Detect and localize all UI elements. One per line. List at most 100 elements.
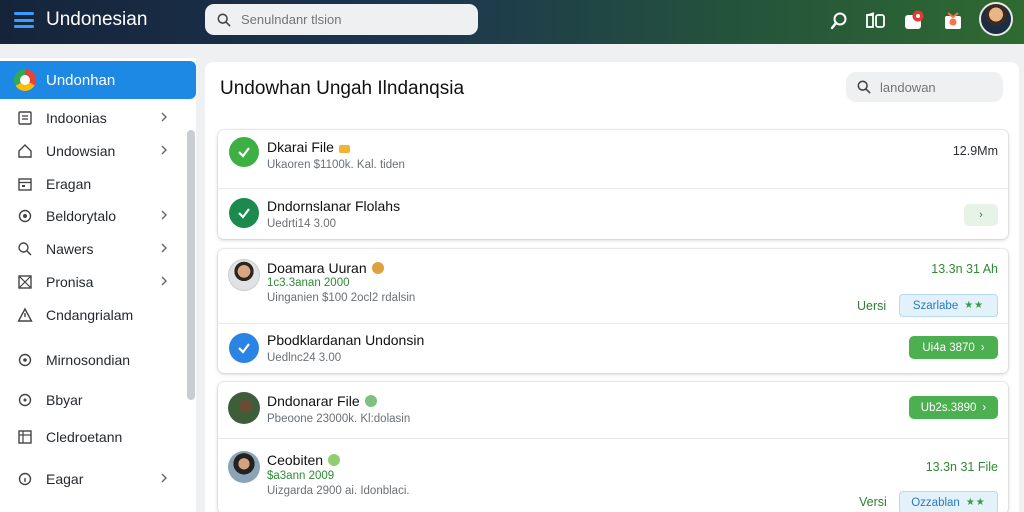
sidebar-item-label: Cndangrialam <box>46 307 134 323</box>
sidebar-item-eagar[interactable]: Eagar <box>0 464 186 494</box>
list-item[interactable]: Pbodklardanan Undonsin Uedlnc24 3.00 Ui4… <box>218 324 1008 373</box>
list-item[interactable]: Dndonarar File Pbeoone 23000k. Kl:dolasi… <box>218 382 1008 438</box>
list-item[interactable]: Dndornslanar Flolahs Uedrti14 3.00 › <box>218 189 1008 239</box>
sidebar-item-indoonias[interactable]: Indoonias <box>0 103 186 133</box>
star-icon: ★★ <box>964 300 985 311</box>
sidebar-item-label: Undonhan <box>46 71 116 89</box>
sidebar-item-eragan[interactable]: Eragan <box>0 169 186 199</box>
page-title: Undowhan Ungah Ilndanqsia <box>220 78 465 99</box>
sidebar-item-pronisa[interactable]: Pronisa <box>0 267 186 297</box>
chevron-right-icon <box>161 243 167 253</box>
home-icon <box>16 142 34 160</box>
panel-search-input[interactable] <box>880 79 990 95</box>
item-subtitle: Uizgarda 2900 ai. Idonblaci. <box>267 485 410 497</box>
list-item[interactable]: Ceobiten $a3ann 2009 Uizgarda 2900 ai. I… <box>218 439 1008 512</box>
expand-button[interactable]: › <box>964 204 998 226</box>
search-icon <box>857 80 871 94</box>
item-subtitle: Uedrti14 3.00 <box>267 218 337 230</box>
sidebar-item-label: Eagar <box>46 471 84 487</box>
file-size: 12.9Mm <box>952 144 998 158</box>
item-title: Dndonarar File <box>267 393 377 409</box>
item-date: 13.3n 31 Ah <box>931 262 998 276</box>
chevron-right-icon: › <box>982 401 987 414</box>
calendar-icon <box>16 175 34 193</box>
table-icon <box>16 428 34 446</box>
sidebar-item-label: Eragan <box>46 176 92 192</box>
sidebar-item-label: Cledroetann <box>46 429 123 445</box>
status-badge[interactable]: Szarlabe ★★ <box>899 294 998 317</box>
sidebar-item-label: Indoonias <box>46 110 107 126</box>
item-subtitle: Uedlnc24 3.00 <box>267 352 342 364</box>
item-subtitle: Ukaoren $1100k. Kal. tiden <box>267 159 405 171</box>
user-avatar <box>228 392 260 424</box>
chevron-right-icon <box>161 276 167 286</box>
help-icon <box>16 391 34 409</box>
file-card: Dndonarar File Pbeoone 23000k. Kl:dolasi… <box>218 382 1008 512</box>
sidebar-item-label: Mirnosondian <box>46 352 131 368</box>
item-title: Ceobiten <box>267 452 341 468</box>
list-item[interactable]: Dkarai File Ukaoren $1100k. Kal. tiden 1… <box>218 130 1008 188</box>
panel-search[interactable] <box>846 72 1003 102</box>
sidebar-item-mirnosondian[interactable]: Mirnosondian <box>0 345 186 375</box>
warning-icon <box>16 306 34 324</box>
chevron-right-icon: › <box>980 341 985 354</box>
user-avatar <box>228 259 260 291</box>
sidebar-item-cledroetann[interactable]: Cledroetann <box>0 422 186 452</box>
target-icon <box>16 351 34 369</box>
chevron-right-icon <box>161 210 167 220</box>
sidebar-item-label: Nawers <box>46 241 94 257</box>
user-avatar[interactable] <box>979 2 1013 36</box>
grid-icon <box>16 273 34 291</box>
main-panel: Undowhan Ungah Ilndanqsia Dkarai File Uk… <box>205 62 1019 512</box>
apps-icon[interactable] <box>863 8 889 34</box>
item-title: Dndornslanar Flolahs <box>267 198 401 214</box>
action-button[interactable]: Ub2s.3890 › <box>909 396 998 419</box>
sidebar-item-nawers[interactable]: Nawers <box>0 234 186 264</box>
app-title: Undonesian <box>46 9 148 30</box>
search-icon <box>217 13 231 26</box>
version-label: Versi <box>859 495 887 509</box>
item-subtitle: Pbeoone 23000k. Kl:dolasin <box>267 413 411 425</box>
star-icon: ★★ <box>965 497 986 508</box>
sidebar: Undonhan Indoonias Undowsian Eragan Beld… <box>0 58 196 512</box>
check-circle-icon <box>229 198 259 228</box>
app-logo-icon <box>14 69 36 91</box>
gift-icon[interactable] <box>940 8 966 34</box>
version-label: Uersi <box>857 299 887 313</box>
sidebar-item-label: Undowsian <box>46 143 116 159</box>
search-input[interactable] <box>241 12 461 27</box>
user-avatar <box>228 451 260 483</box>
check-circle-icon <box>229 333 259 363</box>
item-title: Pbodklardanan Undonsin <box>267 332 425 348</box>
leaf-icon <box>364 395 377 407</box>
sidebar-item-bbyar[interactable]: Bbyar <box>0 385 186 415</box>
item-detail: $a3ann 2009 <box>267 470 335 482</box>
sidebar-item-active[interactable]: Undonhan <box>0 61 196 99</box>
top-bar: Undonesian <box>0 0 1024 44</box>
file-card: Dkarai File Ukaoren $1100k. Kal. tiden 1… <box>218 130 1008 239</box>
info-icon <box>16 470 34 488</box>
menu-icon[interactable] <box>14 12 34 28</box>
status-badge[interactable]: Ozzablan ★★ <box>899 491 998 512</box>
item-title: Doamara Uuran <box>267 260 384 276</box>
notification-icon[interactable] <box>901 8 927 34</box>
chevron-right-icon <box>161 112 167 122</box>
action-button[interactable]: Ui4a 3870 › <box>909 336 998 359</box>
settings-icon <box>16 207 34 225</box>
check-circle-icon <box>229 137 259 167</box>
emoji-icon <box>371 262 384 274</box>
search-icon <box>16 240 34 258</box>
chevron-right-icon <box>161 145 167 155</box>
folder-icon <box>338 145 350 153</box>
global-search[interactable] <box>205 4 478 35</box>
sidebar-item-label: Pronisa <box>46 274 94 290</box>
sidebar-item-beldorytalo[interactable]: Beldorytalo <box>0 201 186 231</box>
chevron-right-icon <box>161 473 167 483</box>
search-icon[interactable] <box>826 8 852 34</box>
list-item[interactable]: Doamara Uuran 1c3.3anan 2000 Uinganien $… <box>218 249 1008 323</box>
sidebar-item-undowsian[interactable]: Undowsian <box>0 136 186 166</box>
item-title: Dkarai File <box>267 139 350 155</box>
sidebar-item-cndangrialam[interactable]: Cndangrialam <box>0 300 186 330</box>
item-subtitle: Uinganien $100 2ocl2 rdalsin <box>267 292 416 304</box>
sidebar-scrollbar[interactable] <box>187 130 195 400</box>
